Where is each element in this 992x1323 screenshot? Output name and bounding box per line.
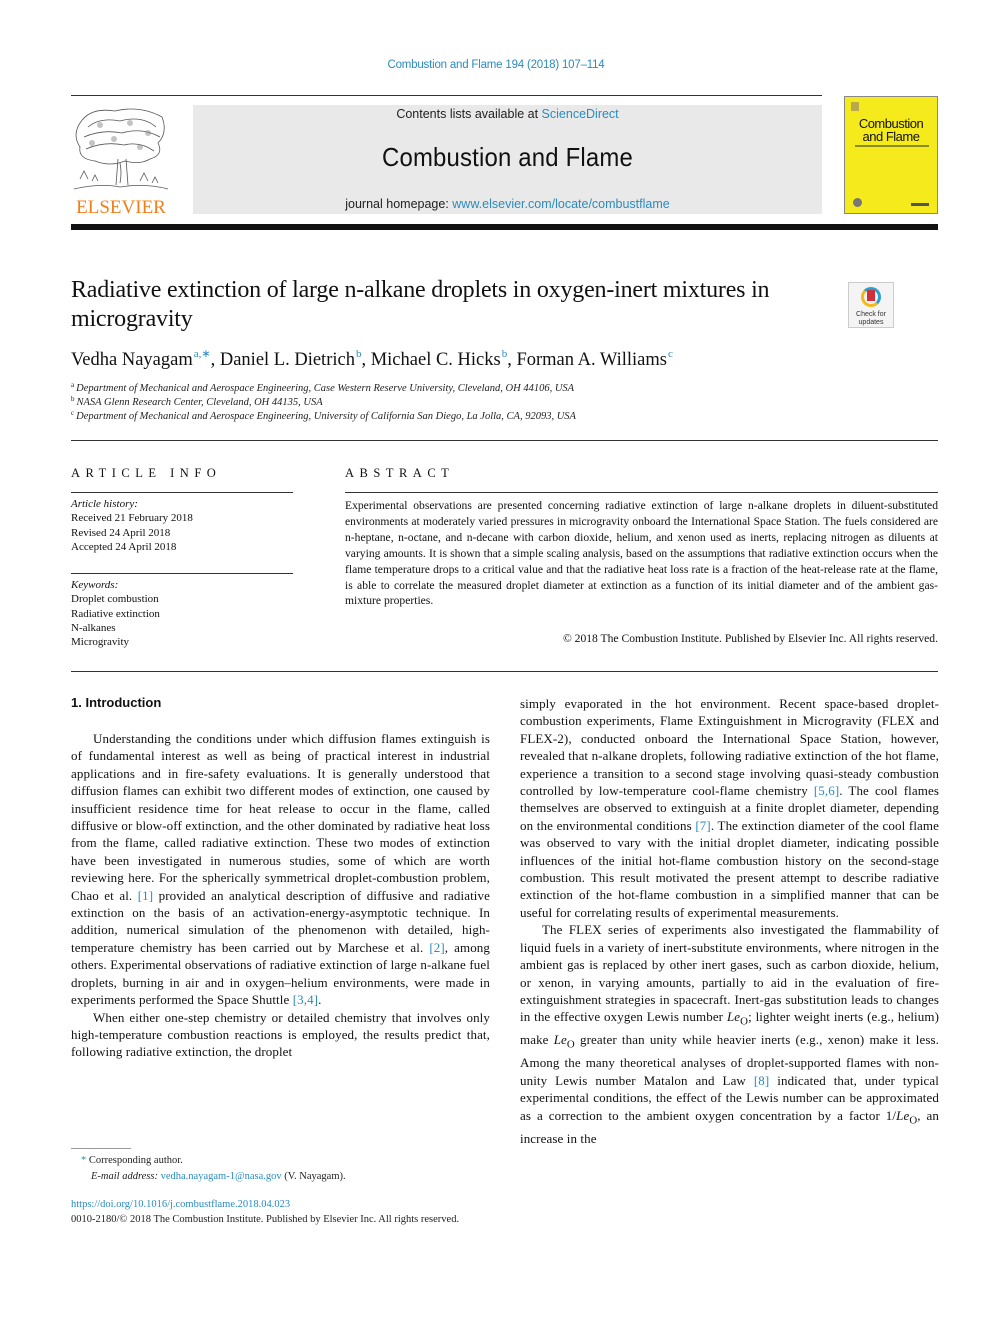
lewis-number-symbol: Le: [553, 1032, 567, 1048]
journal-citation-link[interactable]: Combustion and Flame 194 (2018) 107–114: [0, 59, 992, 71]
abstract-heading: ABSTRACT: [345, 466, 455, 480]
keyword: N-alkanes: [71, 621, 116, 634]
contents-prefix: Contents lists available at: [396, 107, 542, 121]
article-info-heading: ARTICLE INFO: [71, 466, 222, 480]
keywords-label: Keywords:: [71, 579, 119, 591]
journal-homepage: journal homepage: www.elsevier.com/locat…: [193, 197, 822, 211]
citation-link[interactable]: [2]: [429, 940, 444, 955]
citation-link[interactable]: [1]: [138, 888, 153, 903]
crossmark-label-line2: updates: [858, 319, 884, 326]
citation-link[interactable]: [5,6]: [814, 783, 839, 798]
citation-link[interactable]: [8]: [754, 1073, 769, 1088]
lewis-number-subscript: O: [740, 1015, 749, 1028]
email-label: E-mail address:: [91, 1170, 158, 1182]
paragraph-text: When either one-step chemistry or detail…: [71, 1009, 490, 1060]
email-owner: (V. Nayagam).: [281, 1170, 346, 1182]
footnote-mark[interactable]: *: [71, 1155, 86, 1166]
paragraph: simply evaporated in the hot environment…: [520, 695, 939, 921]
paragraph-text: Understanding the conditions under which…: [71, 731, 490, 903]
journal-cover-thumbnail[interactable]: Combustion and Flame: [844, 96, 938, 214]
affiliation-text: NASA Glenn Research Center, Cleveland, O…: [76, 397, 323, 408]
cover-seal-icon: [853, 198, 862, 207]
lewis-number-symbol: Le: [896, 1107, 910, 1123]
affiliation-mark: c: [71, 409, 75, 417]
keywords-block: Keywords: Droplet combustion Radiative e…: [71, 578, 160, 649]
check-for-updates-button[interactable]: Check for updates: [848, 282, 894, 328]
body-divider: [71, 671, 938, 672]
affiliation-mark: a: [71, 381, 75, 389]
author-name[interactable]: Daniel L. Dietrich: [220, 350, 355, 370]
paragraph: The FLEX series of experiments also inve…: [520, 921, 939, 1147]
crossmark-bookmark-icon: [867, 290, 875, 301]
elsevier-tree-icon: ELSEVIER: [73, 108, 169, 218]
article-title: Radiative extinction of large n-alkane d…: [71, 277, 770, 332]
affiliation: b NASA Glenn Research Center, Cleveland, …: [71, 395, 323, 408]
author-affiliation-mark[interactable]: a,∗: [194, 348, 211, 360]
history-received: Received 21 February 2018: [71, 512, 193, 525]
author-name[interactable]: Michael C. Hicks: [371, 350, 501, 370]
affiliation: a Department of Mechanical and Aerospace …: [71, 381, 574, 394]
keywords-divider: [71, 573, 293, 574]
cover-publisher-icon: [851, 102, 859, 111]
lewis-number-symbol: Le: [726, 1009, 741, 1025]
author-affiliation-mark[interactable]: c: [668, 348, 673, 360]
abstract-copyright: © 2018 The Combustion Institute. Publish…: [562, 632, 938, 645]
crossmark-label: Check for updates: [849, 311, 893, 327]
cover-title: Combustion and Flame: [845, 117, 937, 143]
cover-title-line2: and Flame: [862, 129, 920, 144]
sciencedirect-link[interactable]: ScienceDirect: [542, 107, 619, 121]
affiliation-text: Department of Mechanical and Aerospace E…: [76, 383, 575, 394]
section-heading-introduction: 1. Introduction: [71, 695, 162, 710]
author-list: Vedha Nayagama,∗, Daniel L. Dietrichb, M…: [71, 348, 673, 370]
journal-title: Combustion and Flame: [382, 142, 633, 172]
paragraph: Understanding the conditions under which…: [71, 730, 490, 1009]
affiliation-mark: b: [71, 395, 75, 403]
corresponding-author-note: * Corresponding author.: [71, 1153, 346, 1169]
keyword: Microgravity: [71, 636, 130, 649]
homepage-link[interactable]: www.elsevier.com/locate/combustflame: [452, 197, 669, 211]
contents-availability: Contents lists available at ScienceDirec…: [193, 107, 822, 121]
cover-publisher-bar: [911, 203, 929, 206]
body-column-left: Understanding the conditions under which…: [71, 730, 490, 1061]
affiliation-text: Department of Mechanical and Aerospace E…: [76, 411, 576, 422]
corresponding-author-label: Corresponding author.: [88, 1155, 183, 1166]
abstract-text: Experimental observations are presented …: [345, 499, 938, 608]
issn-copyright: 0010-2180/© 2018 The Combustion Institut…: [71, 1214, 460, 1225]
paragraph-text: . The extinction diameter of the cool fl…: [520, 817, 939, 920]
history-revised: Revised 24 April 2018: [71, 526, 171, 539]
doi-link[interactable]: https://doi.org/10.1016/j.combustflame.2…: [71, 1197, 459, 1212]
article-history: Article history: Received 21 February 20…: [71, 497, 193, 554]
footnote: * Corresponding author. E-mail address: …: [71, 1153, 346, 1184]
citation-link[interactable]: [7]: [695, 818, 710, 833]
elsevier-logo[interactable]: ELSEVIER: [70, 103, 172, 218]
body-column-right: simply evaporated in the hot environment…: [520, 695, 939, 1147]
article-info-divider: [71, 492, 293, 493]
crossmark-label-line1: Check for: [856, 311, 886, 318]
author-name[interactable]: Vedha Nayagam: [71, 350, 193, 370]
footnote-divider: [71, 1148, 131, 1149]
email-line: E-mail address: vedha.nayagam-1@nasa.gov…: [71, 1169, 346, 1185]
homepage-prefix: journal homepage:: [345, 197, 453, 211]
email-link[interactable]: vedha.nayagam-1@nasa.gov: [161, 1171, 282, 1182]
history-accepted: Accepted 24 April 2018: [71, 540, 177, 553]
cover-subtitle-bar: [855, 145, 929, 147]
header-thick-divider: [71, 224, 938, 230]
affiliation: c Department of Mechanical and Aerospace …: [71, 409, 576, 422]
author-affiliation-mark[interactable]: b: [356, 348, 362, 360]
affiliation-divider: [71, 440, 938, 441]
keyword: Droplet combustion: [71, 593, 159, 606]
top-divider: [71, 95, 822, 96]
doi-block: https://doi.org/10.1016/j.combustflame.2…: [71, 1197, 459, 1227]
author-affiliation-mark[interactable]: b: [502, 348, 508, 360]
history-label: Article history:: [71, 498, 138, 510]
paragraph-text: .: [318, 992, 322, 1008]
citation-link[interactable]: [3,4]: [293, 992, 318, 1007]
elsevier-wordmark: ELSEVIER: [76, 197, 166, 217]
author-name[interactable]: Forman A. Williams: [516, 350, 667, 370]
lewis-number-subscript: O: [566, 1038, 575, 1051]
paragraph: When either one-step chemistry or detail…: [71, 1009, 490, 1061]
abstract-divider: [345, 492, 938, 493]
keyword: Radiative extinction: [71, 607, 160, 620]
